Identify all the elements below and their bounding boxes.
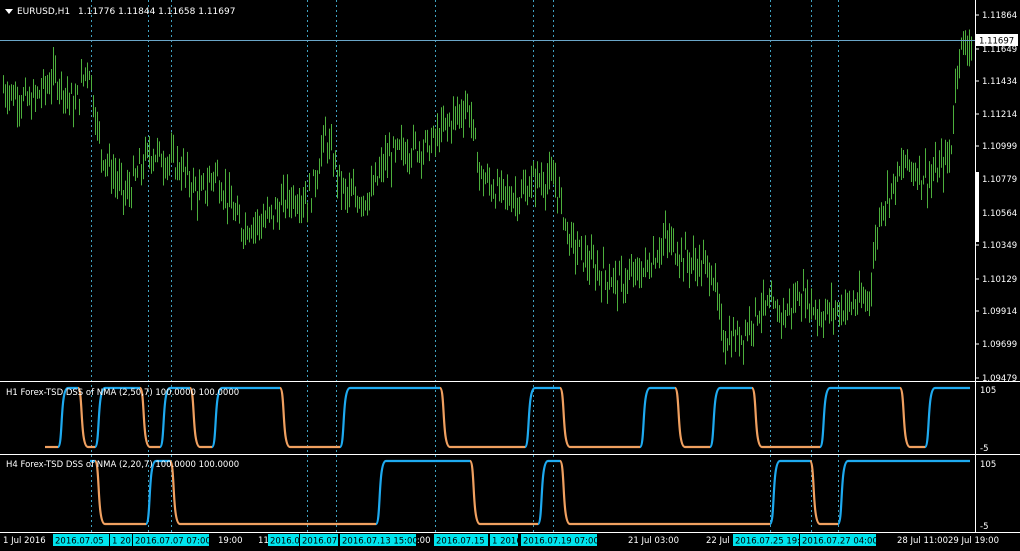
time-marker-label: 2016.07.05 [55,537,104,547]
price-tick-label: 1.09699 [982,340,1017,350]
chart-window[interactable]: EURUSD,H1 1.11776 1.11844 1.11658 1.1169… [0,0,1020,551]
indicator-h4-min: -5 [980,522,988,532]
time-axis-label: 21 Jul 03:00 [628,536,679,546]
time-axis-label: 22 Jul [706,536,730,546]
price-tick-label: 1.10129 [982,275,1017,285]
price-tick-label: 1.11649 [982,45,1017,55]
indicator-h1-label: H1 Forex-TSD DSS of NMA (2,50,7) 100.000… [6,388,239,398]
price-tick-label: 1.11434 [982,77,1017,87]
time-axis-label: 28 Jul 11:00 [897,536,948,546]
time-marker-label: 1 2016 [492,537,522,547]
time-axis-label: 29 Jul 19:00 [948,536,999,546]
indicator-h4-label: H4 Forex-TSD DSS of NMA (2,20,7) 100.000… [6,460,239,470]
indicator-h4-max: 105 [980,460,996,470]
scroll-marker[interactable] [976,172,979,242]
chart-symbol-title: EURUSD,H1 [17,7,70,17]
time-axis-label: 11 [258,536,269,546]
time-marker-label: 2016.07.27 04:00 [802,537,878,547]
price-tick-label: 1.11214 [982,110,1017,120]
price-tick-label: 1.10779 [982,175,1017,185]
price-tick-label: 1.09914 [982,307,1017,317]
price-tick-label: 1.09479 [982,374,1017,384]
time-marker-label: 2016.07.15 [436,537,485,547]
time-marker-label: 2016.07.19 07:00 [523,537,599,547]
time-marker-label: 2016.07.25 19: [735,537,800,547]
price-tick-label: 1.10349 [982,241,1017,251]
time-marker-label: 2016.07.07 07:00 [135,537,211,547]
chart-ohlc-readout: 1.11776 1.11844 1.11658 1.11697 [78,7,235,17]
time-axis-label: 1 Jul 2016 [3,536,46,546]
indicator-h1-min: -5 [980,444,988,454]
time-axis-label: 19:00 [218,536,243,546]
price-tick-label: 1.10999 [982,142,1017,152]
price-tick-label: 1.10564 [982,209,1017,219]
current-price-text: 1.11697 [979,37,1014,47]
time-marker-label: 2016.07.13 15:00 [342,537,418,547]
price-tick-label: 1.11864 [982,11,1017,21]
time-marker-label: 2016.0 [270,537,300,547]
time-marker-label: 2016.07. [302,537,340,547]
time-axis: 1 Jul 2016 19:00 11 19:00 21 Jul 03:00 22 Jul… [3,534,999,547]
indicator-h1-max: 105 [980,386,996,396]
